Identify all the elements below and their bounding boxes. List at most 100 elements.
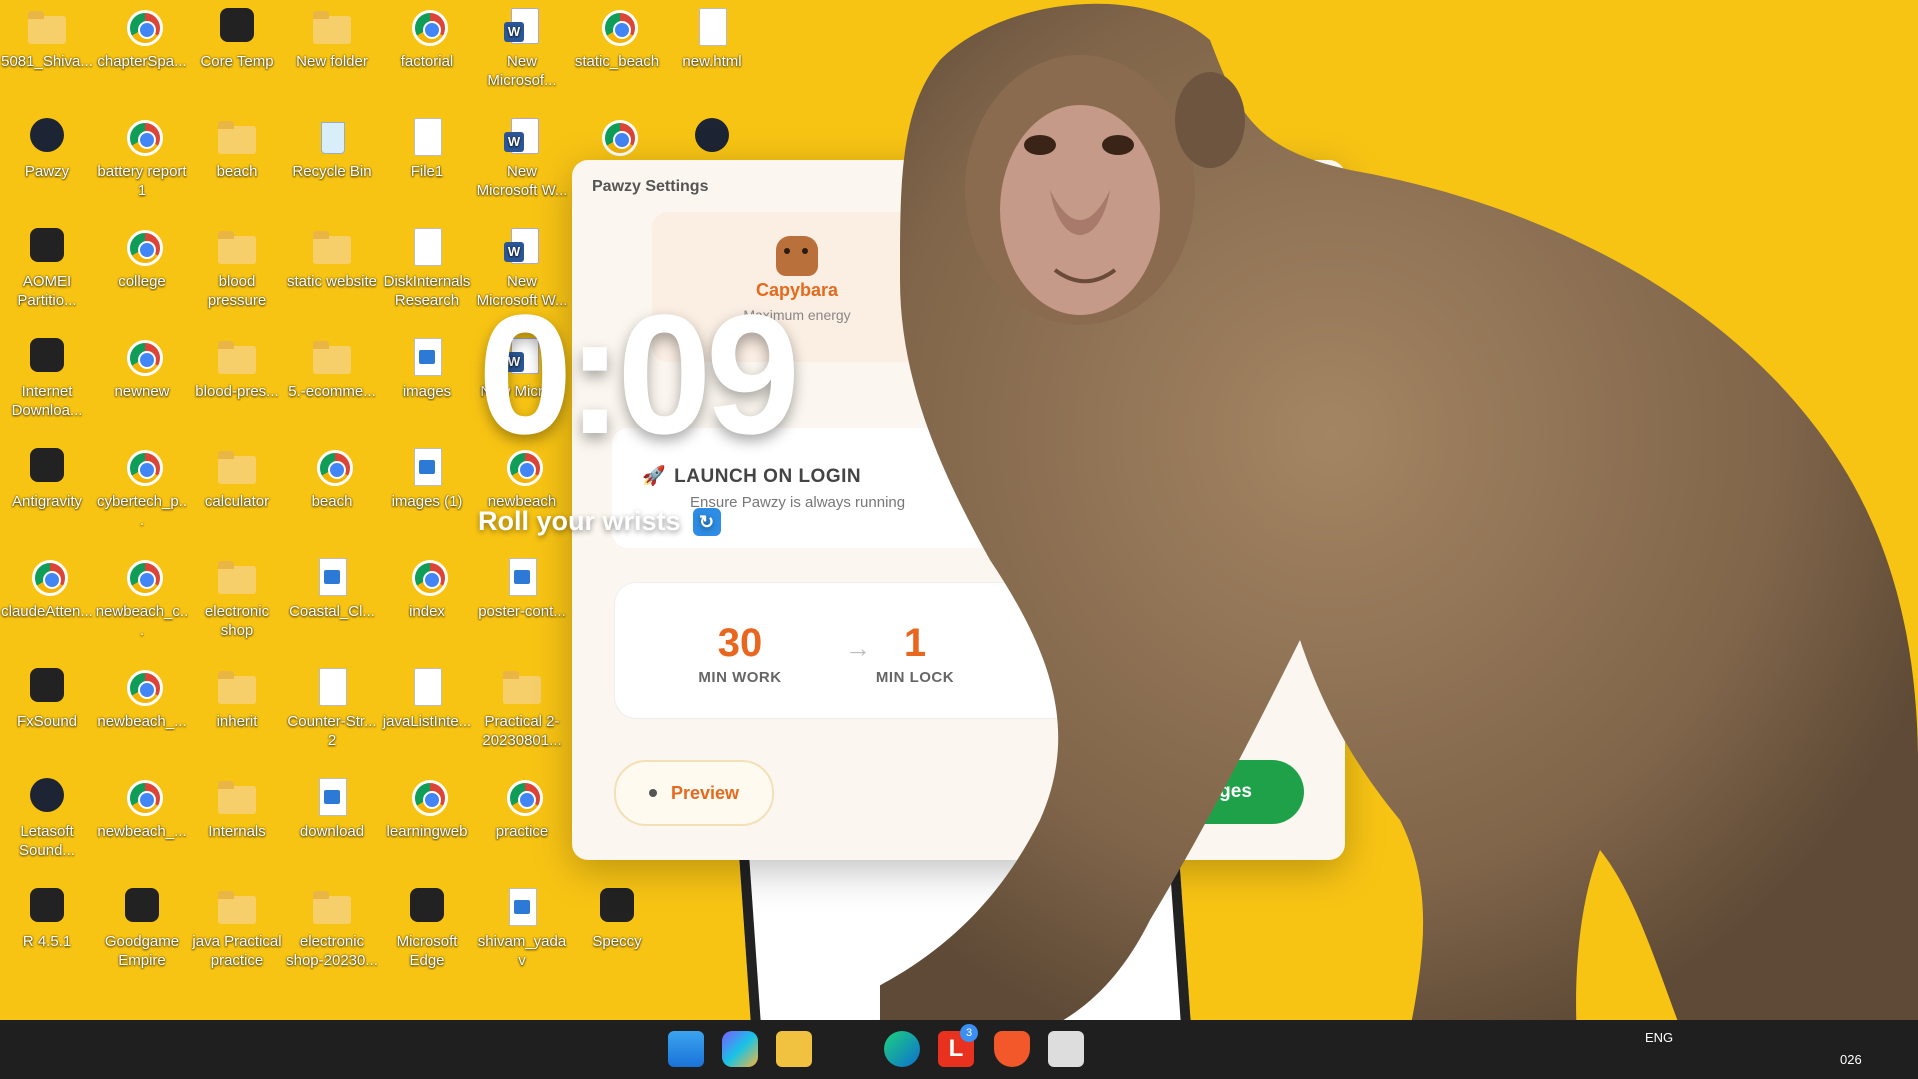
desktop-icon[interactable]: electronic shop <box>190 550 284 656</box>
folder-icon <box>216 226 258 268</box>
desktop-icon-label: claudeAtten... <box>1 603 93 620</box>
desktop-icon[interactable]: cybertech_p... <box>95 440 189 546</box>
desktop-icon[interactable]: static_beach <box>570 0 664 106</box>
image-icon <box>501 556 543 598</box>
folder-icon <box>216 776 258 818</box>
word-icon <box>501 6 543 48</box>
desktop-icon-label: cybertech_p... <box>96 493 188 529</box>
desktop-icon[interactable]: inherit <box>190 660 284 766</box>
desktop-icon-label: static_beach <box>574 53 660 70</box>
desktop-icon[interactable]: learningweb <box>380 770 474 876</box>
desktop-icon-label: new.html <box>682 53 742 70</box>
desktop-icon[interactable]: FxSound <box>0 660 94 766</box>
desktop-icon[interactable]: Internet Downloa... <box>0 330 94 436</box>
desktop-icon[interactable]: battery report 1 <box>95 110 189 216</box>
desktop-icon[interactable]: Antigravity <box>0 440 94 546</box>
desktop-icon-label: File1 <box>410 163 444 180</box>
start-button-icon[interactable] <box>668 1031 704 1067</box>
app-icon <box>406 886 448 928</box>
desktop-icon-label: FxSound <box>16 713 78 730</box>
file-icon <box>311 666 353 708</box>
desktop-icon[interactable]: Letasoft Sound... <box>0 770 94 876</box>
desktop-icon[interactable]: Counter-Str... 2 <box>285 660 379 766</box>
desktop-icon[interactable]: New Microsof... <box>475 0 569 106</box>
copilot-icon[interactable] <box>722 1031 758 1067</box>
desktop-icon[interactable]: newbeach_... <box>95 660 189 766</box>
desktop-icon-label: images (1) <box>391 493 463 510</box>
folder-icon <box>311 226 353 268</box>
chrome-icon <box>596 6 638 48</box>
desktop-icon[interactable]: images <box>380 330 474 436</box>
desktop-icon[interactable]: New folder <box>285 0 379 106</box>
chrome-icon <box>501 776 543 818</box>
desktop-icon[interactable]: newbeach_... <box>95 770 189 876</box>
desktop-icon[interactable]: newnew <box>95 330 189 436</box>
desktop-icon[interactable]: claudeAtten... <box>0 550 94 656</box>
file-explorer-icon[interactable] <box>776 1031 812 1067</box>
desktop-icon[interactable]: Recycle Bin <box>285 110 379 216</box>
desktop-icon-label: download <box>299 823 365 840</box>
desktop-icon[interactable]: blood-pres... <box>190 330 284 436</box>
desktop-icon[interactable]: DiskInternals Research <box>380 220 474 326</box>
break-hint: Roll your wrists ↻ <box>478 506 721 537</box>
desktop-icon[interactable]: blood pressure <box>190 220 284 326</box>
edge-icon[interactable] <box>884 1031 920 1067</box>
app-icon <box>121 886 163 928</box>
app-icon <box>26 336 68 378</box>
desktop-icon[interactable]: Practical 2-20230801... <box>475 660 569 766</box>
desktop-icon[interactable]: factorial <box>380 0 474 106</box>
desktop-icon[interactable]: index <box>380 550 474 656</box>
desktop-icon-label: images <box>402 383 452 400</box>
file-icon <box>691 6 733 48</box>
core-temp-icon[interactable] <box>1048 1031 1084 1067</box>
desktop-icon-label: Internet Downloa... <box>11 383 83 419</box>
desktop-icon[interactable]: shivam_yadav <box>475 880 569 986</box>
desktop-icon[interactable]: File1 <box>380 110 474 216</box>
desktop-icon[interactable]: images (1) <box>380 440 474 546</box>
desktop-icon[interactable]: Goodgame Empire <box>95 880 189 986</box>
eye-icon <box>648 789 657 797</box>
desktop-icon[interactable]: javaListInte... <box>380 660 474 766</box>
chrome-icon <box>121 336 163 378</box>
desktop-icon-label: newbeach_c... <box>95 603 189 639</box>
desktop-icon[interactable]: AOMEI Partitio... <box>0 220 94 326</box>
language-indicator[interactable]: ENG <box>1645 1030 1673 1045</box>
desktop-icon[interactable]: Speccy <box>570 880 664 986</box>
desktop-icon[interactable]: static website <box>285 220 379 326</box>
desktop-icon-label: calculator <box>204 493 270 510</box>
desktop-icon[interactable]: practice <box>475 770 569 876</box>
desktop-icon[interactable]: Pawzy <box>0 110 94 216</box>
work-minutes-label: MIN WORK <box>698 669 782 686</box>
desktop-icon[interactable]: java Practical practice <box>190 880 284 986</box>
preview-button[interactable]: Preview <box>614 760 774 826</box>
desktop-icon-label: DiskInternals Research <box>383 273 471 309</box>
desktop-icon[interactable]: newbeach_c... <box>95 550 189 656</box>
desktop-icon[interactable]: Core Temp <box>190 0 284 106</box>
desktop-icon[interactable]: college <box>95 220 189 326</box>
desktop-icon-label: electronic shop <box>204 603 270 639</box>
desktop-icon[interactable]: beach <box>285 440 379 546</box>
chrome-icon <box>26 556 68 598</box>
desktop-icon-label: Pawzy <box>24 163 70 180</box>
desktop-icon[interactable]: new.html <box>665 0 759 106</box>
desktop-icon[interactable]: download <box>285 770 379 876</box>
desktop-icon[interactable]: poster-cont... <box>475 550 569 656</box>
desktop-icon[interactable]: electronic shop-20230... <box>285 880 379 986</box>
desktop-icon[interactable]: Internals <box>190 770 284 876</box>
desktop-icon-label: practice <box>495 823 549 840</box>
brave-browser-icon[interactable] <box>994 1031 1030 1067</box>
desktop-icon[interactable]: Coastal_Cl... <box>285 550 379 656</box>
chrome-icon <box>121 6 163 48</box>
desktop-icon-label: beach <box>311 493 353 510</box>
desktop-icon[interactable]: chapterSpa... <box>95 0 189 106</box>
desktop-icon[interactable]: 5.-ecomme... <box>285 330 379 436</box>
desktop-icon[interactable]: New Microsoft W... <box>475 110 569 216</box>
folder-icon <box>501 666 543 708</box>
desktop-icon[interactable]: beach <box>190 110 284 216</box>
desktop-icon[interactable]: R 4.5.1 <box>0 880 94 986</box>
desktop-icon[interactable]: Microsoft Edge <box>380 880 474 986</box>
desktop-icon[interactable]: calculator <box>190 440 284 546</box>
clock[interactable]: 026 <box>1840 1052 1862 1067</box>
desktop-icon-label: poster-cont... <box>478 603 566 620</box>
desktop-icon[interactable]: 5081_Shiva... <box>0 0 94 106</box>
